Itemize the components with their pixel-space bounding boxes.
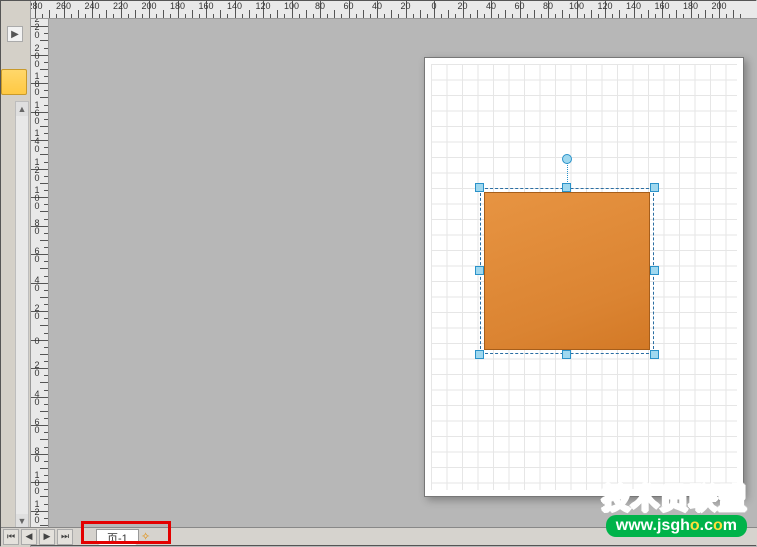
resize-handle-nw[interactable] xyxy=(475,183,484,192)
ruler-v-label: 40 xyxy=(32,389,42,405)
ruler-v-label: 80 xyxy=(32,218,42,234)
ruler-h-label: 160 xyxy=(654,1,669,11)
ruler-v-label: 120 xyxy=(32,157,42,181)
ruler-h-label: 140 xyxy=(626,1,641,11)
canvas-workarea[interactable] xyxy=(49,19,757,529)
ruler-h-label: 20 xyxy=(457,1,467,11)
ruler-h-label: 280 xyxy=(31,1,43,11)
ruler-h-label: 60 xyxy=(514,1,524,11)
ruler-h-label: 160 xyxy=(198,1,213,11)
sidebar-scrollbar[interactable]: ▲ ▼ xyxy=(15,101,29,529)
ruler-v-label: 40 xyxy=(32,275,42,291)
ruler-v-label: 20 xyxy=(32,303,42,319)
ruler-v-label: 200 xyxy=(32,43,42,67)
ruler-h-label: 180 xyxy=(170,1,185,11)
left-sidebar: ▶ ▲ ▼ xyxy=(1,1,31,547)
ruler-v-label: 60 xyxy=(32,246,42,262)
ruler-h-label: 260 xyxy=(56,1,71,11)
tab-nav-prev[interactable]: ◀ xyxy=(21,529,37,545)
resize-handle-sw[interactable] xyxy=(475,350,484,359)
ruler-v-label: 100 xyxy=(32,470,42,494)
ruler-h-label: 80 xyxy=(315,1,325,11)
selected-shape-group[interactable] xyxy=(480,188,654,354)
app-window: ▶ ▲ ▼ 2802602402202001801601401201008060… xyxy=(0,0,756,546)
ruler-v-label: 120 xyxy=(32,499,42,523)
ruler-v-label: 100 xyxy=(32,185,42,209)
rotation-connector xyxy=(567,162,568,184)
ruler-v-label: 80 xyxy=(32,446,42,462)
ruler-h-label: 220 xyxy=(113,1,128,11)
resize-handle-w[interactable] xyxy=(475,266,484,275)
horizontal-ruler[interactable]: 2802602402202001801601401201008060402002… xyxy=(31,1,757,19)
rectangle-shape[interactable] xyxy=(484,192,650,350)
drawing-page[interactable] xyxy=(424,57,744,497)
ruler-h-label: 80 xyxy=(543,1,553,11)
tab-nav-next[interactable]: ▶ xyxy=(39,529,55,545)
ruler-h-label: 60 xyxy=(343,1,353,11)
ruler-v-label: 180 xyxy=(32,71,42,95)
scroll-down-icon[interactable]: ▼ xyxy=(16,514,28,528)
ruler-h-label: 200 xyxy=(141,1,156,11)
shape-swatch[interactable] xyxy=(1,69,27,95)
ruler-h-label: 240 xyxy=(84,1,99,11)
annotation-highlight xyxy=(81,521,171,544)
resize-handle-e[interactable] xyxy=(650,266,659,275)
ruler-h-label: 200 xyxy=(711,1,726,11)
ruler-h-label: 40 xyxy=(372,1,382,11)
ruler-h-label: 0 xyxy=(431,1,436,11)
ruler-v-label: 220 xyxy=(32,19,42,38)
resize-handle-ne[interactable] xyxy=(650,183,659,192)
ruler-h-label: 120 xyxy=(597,1,612,11)
ruler-h-label: 40 xyxy=(486,1,496,11)
ruler-v-label: 0 xyxy=(32,336,42,344)
ruler-v-label: 140 xyxy=(32,128,42,152)
vertical-ruler[interactable]: 2202001801601401201008060402002040608010… xyxy=(31,19,49,529)
tab-nav-first[interactable]: ⏮ xyxy=(3,529,19,545)
tab-nav-last[interactable]: ⏭ xyxy=(57,529,73,545)
ruler-h-label: 120 xyxy=(255,1,270,11)
ruler-h-label: 100 xyxy=(569,1,584,11)
ruler-h-label: 100 xyxy=(284,1,299,11)
ruler-v-label: 160 xyxy=(32,100,42,124)
scroll-up-icon[interactable]: ▲ xyxy=(16,102,28,116)
rotation-handle[interactable] xyxy=(562,154,572,164)
ruler-h-label: 180 xyxy=(683,1,698,11)
resize-handle-s[interactable] xyxy=(562,350,571,359)
ruler-v-label: 20 xyxy=(32,360,42,376)
resize-handle-n[interactable] xyxy=(562,183,571,192)
ruler-v-label: 60 xyxy=(32,417,42,433)
ruler-h-label: 140 xyxy=(227,1,242,11)
resize-handle-se[interactable] xyxy=(650,350,659,359)
sidebar-expand-button[interactable]: ▶ xyxy=(7,26,23,42)
ruler-h-label: 20 xyxy=(400,1,410,11)
